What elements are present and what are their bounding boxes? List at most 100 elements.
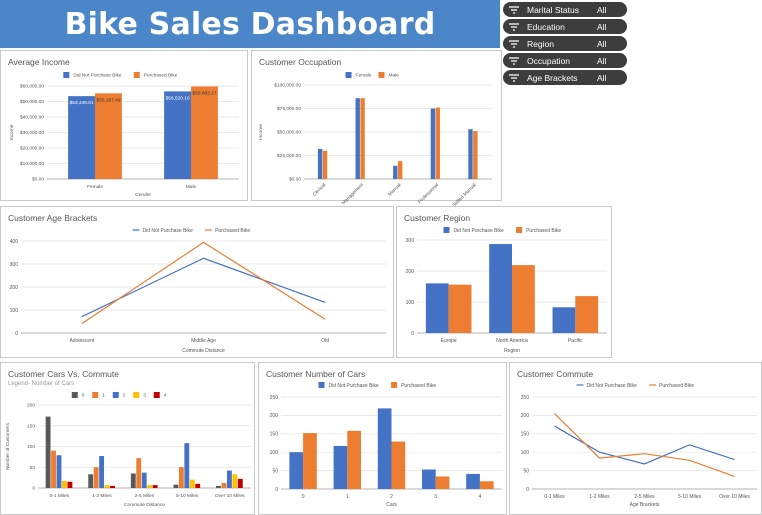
bar-female-manual <box>393 165 398 179</box>
bar-3-1-2-miles <box>104 485 110 488</box>
y-axis-title: Number of Customers <box>5 422 11 470</box>
x-tick-label: 2-5 Miles <box>634 494 655 500</box>
y-tick-label: 100 <box>406 300 415 306</box>
x-axis-title: Cars <box>386 502 397 508</box>
bar-purchased-bike-female <box>95 93 122 179</box>
y-tick-label: $50,000.00 <box>20 99 44 105</box>
slicer-label: Marital Status <box>527 4 579 15</box>
y-tick-label: 0 <box>275 487 278 493</box>
slicer-marital-status[interactable]: Marital Status All <box>503 2 627 17</box>
legend-label-did-not-purchase-bike: Did Not Purchase Bike <box>329 383 380 389</box>
legend-label-2: 2 <box>123 393 126 399</box>
slicer-value: All <box>597 21 607 32</box>
x-tick-label: 0-1 Miles <box>50 493 70 499</box>
bar-3-2-5-miles <box>147 485 153 488</box>
bar-male-skilled-manual <box>473 131 478 179</box>
y-tick-label: 50 <box>272 468 278 474</box>
legend-swatch <box>63 72 70 78</box>
legend-label-3: 3 <box>143 393 146 399</box>
x-tick-label: Old <box>321 338 329 344</box>
bar-0-over-10-miles <box>216 485 221 488</box>
slicer-education[interactable]: Education All <box>503 19 627 34</box>
slicer-value: All <box>597 38 607 49</box>
bar-1-5-10-miles <box>178 467 184 488</box>
legend-label-0: 0 <box>82 393 85 399</box>
bar-0-0-1-miles <box>45 416 51 488</box>
legend-label-did-not-purchase-bike: Did Not Purchase Bike <box>73 73 122 79</box>
legend-swatch <box>345 72 352 78</box>
bar-did-not-purchase-bike-2 <box>377 408 392 489</box>
x-tick-label: Management <box>341 182 366 207</box>
x-tick-label: 2 <box>390 494 393 500</box>
x-tick-label: Middle Age <box>191 338 216 344</box>
x-tick-label: 0 <box>302 494 305 500</box>
legend-swatch <box>443 227 450 233</box>
legend-swatch <box>318 382 325 388</box>
y-tick-label: 150 <box>27 423 35 429</box>
slicer-value: All <box>597 55 607 66</box>
dashboard-title: Bike Sales Dashboard <box>64 6 436 42</box>
data-label: $55,267.49 <box>97 97 121 103</box>
legend-label-did-not-purchase-bike: Did Not Purchase Bike <box>587 383 638 389</box>
bar-purchased-bike-male <box>191 86 218 179</box>
bar-1-0-1-miles <box>51 450 56 488</box>
slicer-occupation[interactable]: Occupation All <box>503 53 627 68</box>
bar-purchased-bike-0 <box>303 433 317 489</box>
x-axis-title: Commute Distance <box>124 502 165 508</box>
slicer-label: Age Brackets <box>527 72 578 83</box>
customer-cars-vs-commute-chart: Customer Cars Vs. Commute Legend- Number… <box>0 362 255 515</box>
legend-swatch <box>133 72 140 78</box>
x-tick-label: Male <box>186 184 197 190</box>
bar-did-not-purchase-bike-3 <box>421 469 436 489</box>
y-tick-label: 200 <box>270 413 279 419</box>
y-tick-label: $40,000.00 <box>20 115 44 121</box>
bar-2-5-10-miles <box>184 443 190 488</box>
chart-plot: 0 100 200 300 Europe North America Pacific Regi… <box>406 227 607 354</box>
bar-2-0-1-miles <box>56 455 62 488</box>
y-tick-label: $30,000.00 <box>20 130 44 136</box>
bar-3-0-1-miles <box>62 480 67 488</box>
x-tick-label: 1-2 Miles <box>92 493 112 499</box>
y-tick-label: 0 <box>32 486 35 492</box>
chart-plot: $0.00 $10,000.00 $20,000.00 $30,000.00 $40,0… <box>9 72 239 198</box>
filter-icon <box>509 56 519 65</box>
chart-plot: 0 50 100 150 200 250 0-1 Miles 1-2 Miles 2-5 Mil… <box>521 383 757 508</box>
legend-swatch <box>133 392 140 398</box>
bar-0-2-5-miles <box>130 473 136 488</box>
slicer-value: All <box>597 72 607 83</box>
legend-label-did-not-purchase-bike: Did Not Purchase Bike <box>143 228 194 234</box>
slicer-label: Occupation <box>527 55 570 66</box>
slicer-age-brackets[interactable]: Age Brackets All <box>503 70 627 85</box>
legend-swatch <box>153 392 160 398</box>
y-tick-label: 100 <box>521 450 530 456</box>
bar-3-over-10-miles <box>232 474 238 488</box>
x-tick-label: 1 <box>346 494 349 500</box>
x-tick-label: Over 10 Miles <box>719 494 750 500</box>
slicer-region[interactable]: Region All <box>503 36 627 51</box>
bar-purchased-bike-pacific <box>575 296 599 333</box>
series-line-did-not-purchase-bike <box>81 257 326 318</box>
y-tick-label: 300 <box>10 262 19 268</box>
x-tick-label: North America <box>496 338 528 344</box>
legend-label-purchased-bike: Purchased Bike <box>144 73 178 79</box>
y-tick-label: $75,000.00 <box>277 106 301 112</box>
bar-did-not-purchase-bike-europe <box>425 283 449 333</box>
legend-label-female: Female <box>356 73 372 79</box>
y-tick-label: 0 <box>411 331 414 337</box>
bar-did-not-purchase-bike-male <box>164 91 191 179</box>
series-line-purchased-bike <box>81 241 326 325</box>
bar-4-0-1-miles <box>67 481 73 488</box>
x-tick-label: 3 <box>434 494 437 500</box>
bar-purchased-bike-europe <box>448 284 472 333</box>
x-tick-label: 1-2 Miles <box>589 494 610 500</box>
bar-4-1-2-miles <box>110 485 115 488</box>
bar-0-5-10-miles <box>173 484 179 488</box>
bar-1-over-10-miles <box>221 483 227 488</box>
legend-label-purchased-bike: Purchased Bike <box>215 228 250 234</box>
x-tick-label: Female <box>87 184 103 190</box>
legend-swatch <box>391 382 398 388</box>
x-axis-title: Gender <box>135 192 151 198</box>
x-tick-label: 5-10 Miles <box>176 493 199 499</box>
slicer-value: All <box>597 4 607 15</box>
y-tick-label: 200 <box>521 413 530 419</box>
